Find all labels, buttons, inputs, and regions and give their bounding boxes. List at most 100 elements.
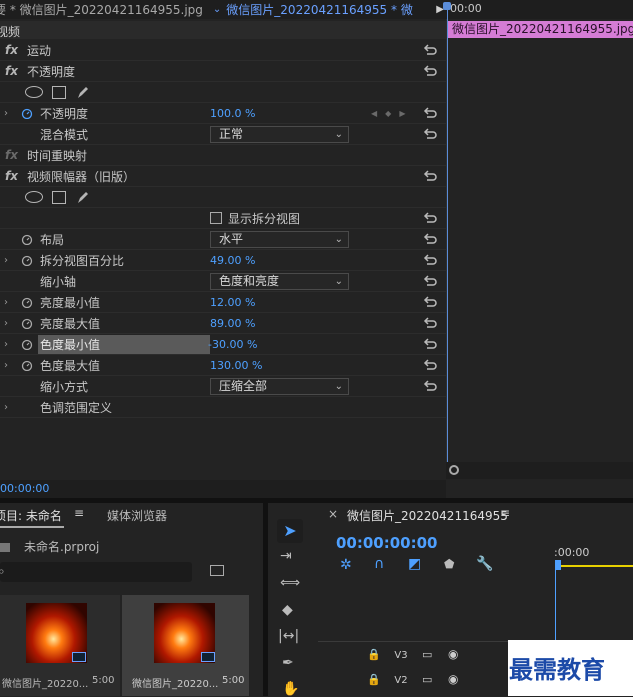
pen-mask-icon[interactable] (75, 84, 91, 100)
param-row-chroma-max[interactable]: › 色度最大值 130.00 % (0, 355, 446, 376)
chevron-right-icon[interactable]: › (4, 108, 8, 119)
sequence-timecode[interactable]: 00:00:00:00 (336, 534, 438, 552)
reset-icon[interactable] (423, 380, 437, 392)
param-row-split-percent[interactable]: › 拆分视图百分比 49.00 % (0, 250, 446, 271)
chevron-right-icon[interactable]: › (4, 360, 8, 371)
param-value[interactable]: 12.00 % (210, 296, 255, 309)
tab-media-browser[interactable]: 媒体浏览器 (107, 507, 167, 524)
param-value[interactable]: 89.00 % (210, 317, 255, 330)
reset-icon[interactable] (423, 65, 437, 77)
reset-icon[interactable] (423, 359, 437, 371)
stopwatch-icon[interactable] (21, 296, 33, 308)
add-marker-icon[interactable]: ⬟ (444, 557, 454, 571)
reset-icon[interactable] (423, 254, 437, 266)
pen-mask-icon[interactable] (75, 189, 91, 205)
lock-icon[interactable]: 🔒 (367, 648, 381, 661)
toggle-sync-icon[interactable]: ▭ (422, 648, 432, 661)
stopwatch-icon[interactable] (21, 107, 33, 119)
chevron-right-icon[interactable]: › (4, 255, 8, 266)
fx-icon[interactable]: fx (5, 169, 18, 183)
stopwatch-icon[interactable] (21, 254, 33, 266)
snap-icon[interactable]: ∩ (374, 556, 384, 572)
param-row-luma-max[interactable]: › 亮度最大值 89.00 % (0, 313, 446, 334)
new-bin-icon[interactable] (210, 565, 224, 576)
project-item[interactable]: 微信图片_20220... 5:00 (0, 595, 120, 696)
toggle-sync-icon[interactable]: ▭ (422, 673, 432, 686)
add-keyframe-icon[interactable]: ◆ (385, 109, 391, 118)
stopwatch-icon[interactable] (21, 233, 33, 245)
reduce-method-dropdown[interactable]: 压缩全部 ⌄ (210, 377, 349, 395)
pen-tool-icon[interactable]: ✒ (282, 655, 294, 671)
clip-bar[interactable]: 微信图片_20220421164955.jpg (448, 21, 633, 38)
param-row-luma-min[interactable]: › 亮度最小值 12.00 % (0, 292, 446, 313)
sequence-tab[interactable]: 微信图片_20220421164955 (347, 507, 508, 524)
tab-effect-controls[interactable]: 要 * 微信图片_20220421164955.jpg (0, 1, 203, 18)
reset-icon[interactable] (423, 107, 437, 119)
chevron-right-icon[interactable]: › (4, 318, 8, 329)
reset-icon[interactable] (423, 128, 437, 140)
reset-icon[interactable] (423, 296, 437, 308)
fx-icon[interactable]: fx (5, 64, 18, 78)
param-row-chroma-min[interactable]: › 色度最小值 -30.00 % (0, 334, 446, 355)
param-value[interactable]: 49.00 % (210, 254, 255, 267)
reset-icon[interactable] (423, 170, 437, 182)
stopwatch-icon[interactable] (21, 338, 33, 350)
work-area-bar[interactable] (555, 565, 633, 567)
wrench-icon[interactable]: 🔧 (476, 556, 493, 572)
param-row-opacity[interactable]: › 不透明度 100.0 % ◀ ◆ ▶ (0, 103, 446, 124)
stopwatch-icon[interactable] (21, 317, 33, 329)
zoom-scrollbar[interactable] (446, 462, 633, 479)
track-label[interactable]: V2 (388, 671, 414, 691)
linked-selection-icon[interactable]: ◩ (408, 556, 421, 572)
reset-icon[interactable] (423, 44, 437, 56)
effect-row-time-remap[interactable]: fx 时间重映射 (0, 145, 446, 166)
nest-icon[interactable]: ✲ (340, 557, 352, 573)
effect-row-motion[interactable]: fx 运动 (0, 40, 446, 61)
menu-icon[interactable]: ≡ (74, 506, 84, 520)
lock-icon[interactable]: 🔒 (367, 673, 381, 686)
param-value[interactable]: 100.0 % (210, 107, 255, 120)
slip-tool-icon[interactable]: |↔| (278, 628, 299, 644)
project-item-selected[interactable]: 微信图片_20220... 5:00 (122, 595, 249, 696)
reset-icon[interactable] (423, 338, 437, 350)
rectangle-mask-icon[interactable] (52, 85, 66, 99)
eye-icon[interactable]: ◉ (448, 672, 458, 686)
eye-icon[interactable]: ◉ (448, 647, 458, 661)
effect-timeline-area[interactable] (446, 0, 633, 479)
track-select-tool-icon[interactable]: ⇥ (280, 548, 292, 564)
prev-keyframe-icon[interactable]: ◀ (371, 109, 377, 118)
tab-project[interactable]: 项目: 未命名 (0, 507, 62, 524)
layout-dropdown[interactable]: 水平 ⌄ (210, 230, 349, 248)
search-input[interactable]: ⌕ (0, 562, 192, 582)
playhead-handle[interactable] (443, 2, 451, 10)
ripple-edit-tool-icon[interactable]: ⟺ (280, 575, 300, 591)
chevron-right-icon[interactable]: › (4, 339, 8, 350)
reduce-axis-dropdown[interactable]: 色度和亮度 ⌄ (210, 272, 349, 290)
playhead[interactable] (447, 6, 448, 466)
fx-icon[interactable]: fx (5, 43, 18, 57)
rectangle-mask-icon[interactable] (52, 190, 66, 204)
param-value[interactable]: 130.00 % (210, 359, 262, 372)
zoom-handle[interactable] (449, 465, 459, 475)
tab-sequence[interactable]: 微信图片_20220421164955 * 微 (226, 1, 413, 18)
reset-icon[interactable] (423, 233, 437, 245)
ellipse-mask-icon[interactable] (25, 86, 43, 98)
effect-row-opacity[interactable]: fx 不透明度 (0, 61, 446, 82)
effect-row-video-limiter[interactable]: fx 视频限幅器（旧版） (0, 166, 446, 187)
next-keyframe-icon[interactable]: ▶ (399, 109, 405, 118)
param-value[interactable]: -30.00 % (208, 338, 257, 351)
chevron-right-icon[interactable]: › (4, 402, 8, 413)
razor-tool-icon[interactable]: ◆ (282, 602, 293, 618)
hand-tool-icon[interactable]: ✋ (282, 681, 299, 697)
param-row-tone-range[interactable]: › 色调范围定义 (0, 397, 446, 418)
split-view-checkbox[interactable] (210, 212, 222, 224)
selection-tool-icon[interactable]: ➤ (277, 519, 303, 543)
reset-icon[interactable] (423, 275, 437, 287)
reset-icon[interactable] (423, 212, 437, 224)
track-label[interactable]: V3 (388, 646, 414, 666)
time-ruler[interactable]: 00:00 (446, 0, 633, 19)
stopwatch-icon[interactable] (21, 359, 33, 371)
menu-icon[interactable]: ≡ (500, 506, 510, 520)
blend-mode-dropdown[interactable]: 正常 ⌄ (210, 125, 349, 143)
chevron-down-icon[interactable]: ⌄ (213, 4, 221, 15)
